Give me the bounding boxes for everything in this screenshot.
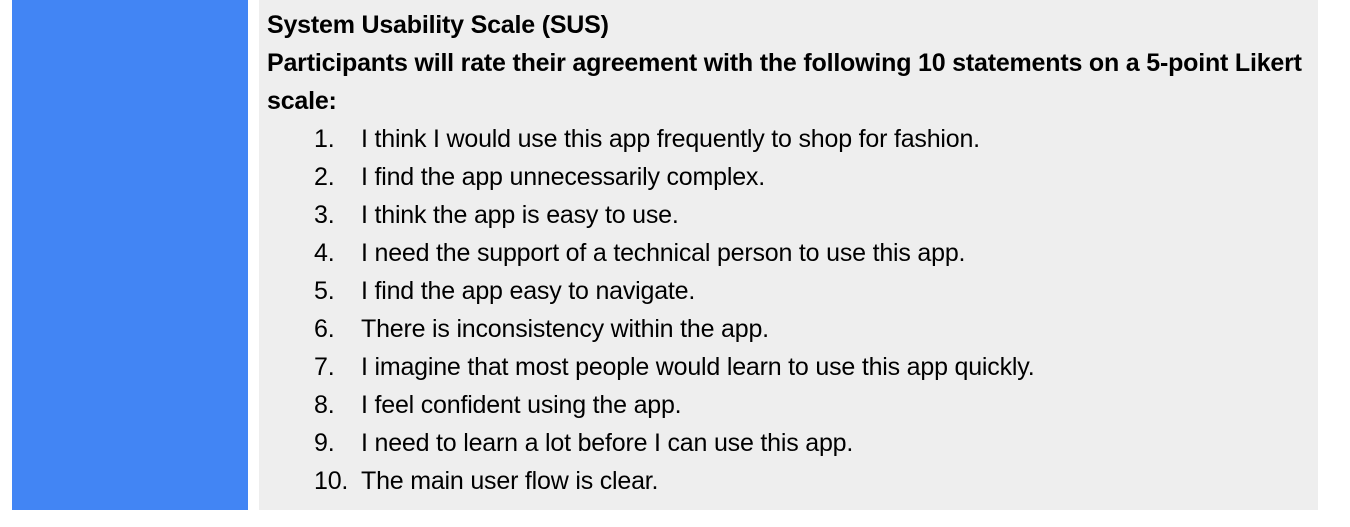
content-panel: System Usability Scale (SUS) Participant… (259, 0, 1318, 510)
statement-number: 8. (314, 391, 335, 419)
statement-number: 7. (314, 353, 335, 381)
statement-text: I need to learn a lot before I can use t… (361, 429, 854, 457)
statement-item: 2. I find the app unnecessarily complex. (267, 158, 1304, 196)
section-title: System Usability Scale (SUS) (267, 11, 609, 39)
statement-item: 10. The main user flow is clear. (267, 462, 1304, 500)
statement-item: 1. I think I would use this app frequent… (267, 120, 1304, 158)
statement-item: 4. I need the support of a technical per… (267, 234, 1304, 272)
section-intro: Participants will rate their agreement w… (267, 49, 1302, 115)
statement-number: 4. (314, 239, 335, 267)
statement-item: 8. I feel confident using the app. (267, 386, 1304, 424)
statement-item: 9. I need to learn a lot before I can us… (267, 424, 1304, 462)
statement-text: I think I would use this app frequently … (361, 125, 980, 153)
statement-number: 9. (314, 429, 335, 457)
statement-text: I imagine that most people would learn t… (361, 353, 1035, 381)
statement-item: 3. I think the app is easy to use. (267, 196, 1304, 234)
statement-number: 1. (314, 125, 335, 153)
statement-list: 1. I think I would use this app frequent… (267, 120, 1304, 500)
statement-number: 6. (314, 315, 335, 343)
statement-item: 5. I find the app easy to navigate. (267, 272, 1304, 310)
statement-text: I find the app easy to navigate. (361, 277, 696, 305)
statement-text: I find the app unnecessarily complex. (361, 163, 765, 191)
statement-text: I need the support of a technical person… (361, 239, 966, 267)
statement-text: There is inconsistency within the app. (361, 315, 769, 343)
statement-number: 3. (314, 201, 335, 229)
statement-item: 7. I imagine that most people would lear… (267, 348, 1304, 386)
statement-text: I think the app is easy to use. (361, 201, 679, 229)
statement-text: I feel confident using the app. (361, 391, 682, 419)
statement-item: 6. There is inconsistency within the app… (267, 310, 1304, 348)
statement-number: 5. (314, 277, 335, 305)
statement-number: 2. (314, 163, 335, 191)
statement-text: The main user flow is clear. (361, 467, 659, 495)
accent-bar (12, 0, 248, 510)
statement-number: 10. (314, 467, 349, 495)
slide-page: System Usability Scale (SUS) Participant… (0, 0, 1350, 527)
